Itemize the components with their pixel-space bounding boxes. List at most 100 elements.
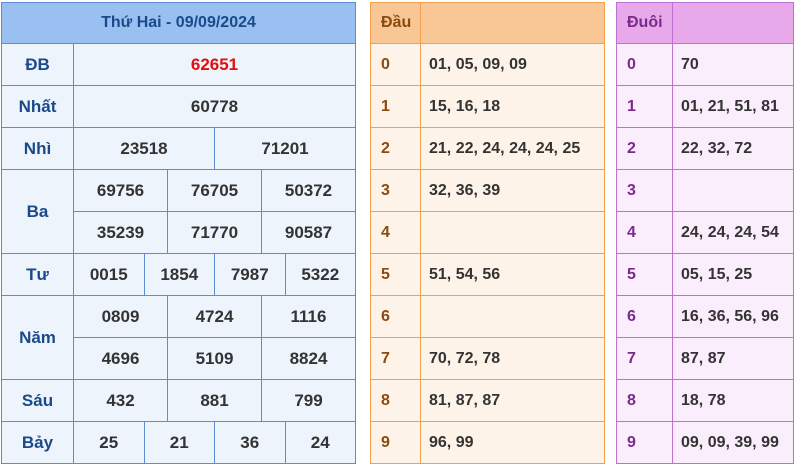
prize-number: 69756 bbox=[74, 170, 168, 211]
duoi-header: Đuôi bbox=[617, 3, 793, 44]
duoi-digit: 3 bbox=[617, 170, 673, 211]
dau-values: 01, 05, 09, 09 bbox=[429, 55, 527, 73]
duoi-rows: 0 70 1 01, 21, 51, 81 2 22, 32, 72 3 4 24, 24, 2… bbox=[617, 44, 793, 464]
dau-row: 5 51, 54, 56 bbox=[371, 254, 604, 296]
dau-digit: 7 bbox=[371, 338, 421, 379]
prize-number: 62651 bbox=[190, 54, 239, 74]
dau-digit: 2 bbox=[371, 128, 421, 169]
results-table: Thứ Hai - 09/09/2024 ĐB 62651 Nhất 60778 Nhì… bbox=[1, 2, 356, 464]
prize-number: 0015 bbox=[74, 254, 145, 295]
dau-values: 32, 36, 39 bbox=[429, 181, 501, 199]
prize-number: 90587 bbox=[284, 222, 333, 242]
duoi-row: 8 18, 78 bbox=[617, 380, 793, 422]
results-title: Thứ Hai - 09/09/2024 bbox=[2, 3, 355, 44]
prize-row: Nhất 60778 bbox=[2, 86, 355, 128]
duoi-row: 7 87, 87 bbox=[617, 338, 793, 380]
prize-number: 1854 bbox=[145, 254, 215, 295]
duoi-table: Đuôi 0 70 1 01, 21, 51, 81 2 22, 32, 72 3 4 24, … bbox=[616, 2, 794, 464]
dau-row: 1 15, 16, 18 bbox=[371, 86, 604, 128]
dau-values bbox=[421, 212, 604, 253]
duoi-values: 18, 78 bbox=[681, 391, 726, 409]
prize-label: Nhất bbox=[2, 86, 74, 127]
dau-digit: 5 bbox=[371, 254, 421, 295]
dau-header: Đầu bbox=[371, 3, 604, 44]
prize-row: Tư 0015 1854 7987 5322 bbox=[2, 254, 355, 296]
prize-number: 799 bbox=[294, 390, 323, 410]
prize-row: Sáu 432 881 799 bbox=[2, 380, 355, 422]
prize-row: Ba 69756 76705 50372 35239 71770 90587 bbox=[2, 170, 355, 254]
prize-label: Năm bbox=[2, 296, 74, 379]
prize-number: 71770 bbox=[168, 212, 262, 253]
dau-digit: 0 bbox=[371, 44, 421, 85]
duoi-values: 09, 09, 39, 99 bbox=[681, 434, 779, 451]
duoi-row: 3 bbox=[617, 170, 793, 212]
dau-values bbox=[421, 296, 604, 337]
dau-digit: 3 bbox=[371, 170, 421, 211]
dau-header-label: Đầu bbox=[371, 3, 421, 43]
dau-row: 7 70, 72, 78 bbox=[371, 338, 604, 380]
duoi-values bbox=[673, 170, 793, 211]
dau-values: 70, 72, 78 bbox=[429, 349, 501, 367]
prize-number: 24 bbox=[310, 433, 330, 452]
prize-number: 7987 bbox=[215, 254, 286, 295]
prize-number: 881 bbox=[168, 380, 262, 421]
prize-number: 25 bbox=[74, 422, 145, 464]
duoi-values: 22, 32, 72 bbox=[681, 139, 753, 157]
prize-rows: ĐB 62651 Nhất 60778 Nhì 23518 71201 Ba 69756 7670… bbox=[2, 44, 355, 464]
duoi-digit: 7 bbox=[617, 338, 673, 379]
duoi-digit: 6 bbox=[617, 296, 673, 337]
dau-row: 3 32, 36, 39 bbox=[371, 170, 604, 212]
dau-digit: 9 bbox=[371, 422, 421, 464]
duoi-digit: 5 bbox=[617, 254, 673, 295]
duoi-values: 16, 36, 56, 96 bbox=[681, 307, 779, 325]
prize-label: Sáu bbox=[2, 380, 74, 421]
prize-number: 60778 bbox=[190, 96, 239, 116]
duoi-values: 24, 24, 24, 54 bbox=[681, 223, 779, 241]
dau-row: 2 21, 22, 24, 24, 24, 25 bbox=[371, 128, 604, 170]
dau-row: 6 bbox=[371, 296, 604, 338]
prize-number: 36 bbox=[215, 422, 286, 464]
duoi-header-label: Đuôi bbox=[617, 3, 673, 43]
dau-values: 96, 99 bbox=[429, 434, 474, 451]
dau-row: 0 01, 05, 09, 09 bbox=[371, 44, 604, 86]
duoi-row: 2 22, 32, 72 bbox=[617, 128, 793, 170]
prize-row: ĐB 62651 bbox=[2, 44, 355, 86]
prize-number: 35239 bbox=[74, 212, 168, 253]
duoi-digit: 9 bbox=[617, 422, 673, 464]
dau-digit: 1 bbox=[371, 86, 421, 127]
prize-number: 0809 bbox=[74, 296, 168, 337]
dau-rows: 0 01, 05, 09, 09 1 15, 16, 18 2 21, 22, 24, 2… bbox=[371, 44, 604, 464]
prize-label: Nhì bbox=[2, 128, 74, 169]
prize-label: Ba bbox=[2, 170, 74, 253]
duoi-values: 05, 15, 25 bbox=[681, 265, 753, 283]
prize-number: 432 bbox=[74, 380, 168, 421]
dau-digit: 8 bbox=[371, 380, 421, 421]
duoi-row: 9 09, 09, 39, 99 bbox=[617, 422, 793, 464]
duoi-row: 5 05, 15, 25 bbox=[617, 254, 793, 296]
duoi-digit: 0 bbox=[617, 44, 673, 85]
duoi-digit: 4 bbox=[617, 212, 673, 253]
dau-values: 81, 87, 87 bbox=[429, 391, 501, 409]
prize-row: Nhì 23518 71201 bbox=[2, 128, 355, 170]
prize-number: 50372 bbox=[284, 180, 333, 200]
duoi-values: 01, 21, 51, 81 bbox=[681, 97, 779, 115]
dau-values: 21, 22, 24, 24, 24, 25 bbox=[429, 139, 581, 157]
dau-digit: 6 bbox=[371, 296, 421, 337]
duoi-row: 1 01, 21, 51, 81 bbox=[617, 86, 793, 128]
dau-row: 9 96, 99 bbox=[371, 422, 604, 464]
duoi-row: 6 16, 36, 56, 96 bbox=[617, 296, 793, 338]
prize-label: Tư bbox=[2, 254, 74, 295]
prize-row: Bảy 25 21 36 24 bbox=[2, 422, 355, 464]
dau-values: 15, 16, 18 bbox=[429, 97, 501, 115]
duoi-values: 70 bbox=[681, 55, 699, 73]
duoi-digit: 1 bbox=[617, 86, 673, 127]
duoi-values: 87, 87 bbox=[681, 349, 726, 367]
prize-number: 1116 bbox=[290, 306, 327, 326]
dau-values: 51, 54, 56 bbox=[429, 265, 501, 283]
prize-number: 4696 bbox=[74, 338, 168, 379]
prize-number: 4724 bbox=[168, 296, 262, 337]
prize-number: 5322 bbox=[301, 264, 340, 284]
duoi-row: 0 70 bbox=[617, 44, 793, 86]
prize-number: 8824 bbox=[289, 348, 328, 368]
prize-number: 76705 bbox=[168, 170, 262, 211]
